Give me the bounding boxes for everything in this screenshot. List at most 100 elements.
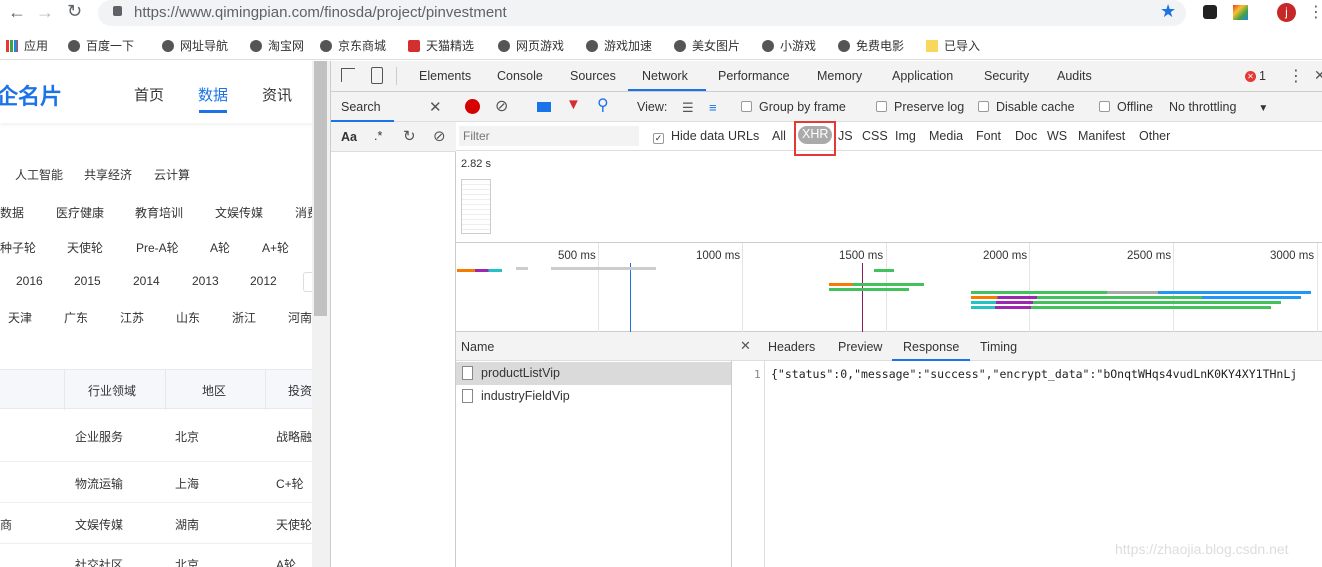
request-row-selected[interactable]: productListVip xyxy=(456,362,731,385)
filter-all[interactable]: All xyxy=(772,129,786,143)
region[interactable]: 天津 xyxy=(8,309,32,326)
tab-performance[interactable]: Performance xyxy=(718,69,790,83)
detail-tab-response[interactable]: Response xyxy=(903,340,959,354)
detail-tab-timing[interactable]: Timing xyxy=(980,340,1017,354)
extension-icon-2[interactable] xyxy=(1233,5,1248,20)
match-case-toggle[interactable]: Aa xyxy=(341,130,357,144)
name-column-header[interactable]: Name xyxy=(461,340,494,354)
tab-network[interactable]: Network xyxy=(642,69,688,83)
round[interactable]: Pre-A轮 xyxy=(136,239,179,256)
bookmark-folder[interactable]: 已导入 xyxy=(926,37,980,54)
site-logo[interactable]: 企名片 xyxy=(0,79,62,111)
bookmark[interactable]: 淘宝网 xyxy=(250,37,304,54)
overview-timeline[interactable]: 500 ms 1000 ms 1500 ms 2000 ms 2500 ms 3… xyxy=(456,243,1322,332)
search-tab[interactable]: Search xyxy=(341,100,381,114)
filter-ws[interactable]: WS xyxy=(1047,129,1067,143)
bookmark[interactable]: 网页游戏 xyxy=(498,37,564,54)
filter-img[interactable]: Img xyxy=(895,129,916,143)
round[interactable]: A轮 xyxy=(210,239,230,256)
bookmark-apps[interactable]: 应用 xyxy=(6,37,48,54)
bookmark[interactable]: 游戏加速 xyxy=(586,37,652,54)
year[interactable]: 2014 xyxy=(133,274,160,288)
close-devtools-icon[interactable]: ✕ xyxy=(1314,67,1322,84)
clear-log-icon[interactable]: ⊘ xyxy=(495,96,508,116)
preserve-log-checkbox[interactable]: Preserve log xyxy=(876,100,964,114)
large-rows-icon[interactable]: ☰ xyxy=(682,100,694,116)
filter-font[interactable]: Font xyxy=(976,129,1001,143)
bookmark-star-icon[interactable]: ★ xyxy=(1160,1,1176,22)
tab-console[interactable]: Console xyxy=(497,69,543,83)
column-header-region[interactable]: 地区 xyxy=(202,382,226,399)
tab-memory[interactable]: Memory xyxy=(817,69,862,83)
nav-news[interactable]: 资讯 xyxy=(262,84,292,105)
filter-media[interactable]: Media xyxy=(929,129,963,143)
nav-data[interactable]: 数据 xyxy=(198,84,228,105)
bookmark[interactable]: 天猫精选 xyxy=(408,37,474,54)
throttling-select[interactable]: No throttling ▼ xyxy=(1169,100,1268,114)
response-body[interactable]: {"status":0,"message":"success","encrypt… xyxy=(771,367,1297,381)
industry[interactable]: 医疗健康 xyxy=(56,204,104,221)
refresh-icon[interactable]: ↻ xyxy=(403,127,416,145)
column-header-investment[interactable]: 投资 xyxy=(288,382,312,399)
table-row[interactable]: 物流运输 上海 C+轮 xyxy=(0,462,312,503)
detail-tab-preview[interactable]: Preview xyxy=(838,340,882,354)
table-row[interactable]: 社交社区 北京 A轮 xyxy=(0,544,312,567)
tag[interactable]: 云计算 xyxy=(154,166,190,183)
bookmark[interactable]: 小游戏 xyxy=(762,37,816,54)
filter-doc[interactable]: Doc xyxy=(1015,129,1037,143)
region[interactable]: 浙江 xyxy=(232,309,256,326)
waterfall-icon[interactable]: ≡ xyxy=(709,100,717,115)
industry[interactable]: 文娱传媒 xyxy=(215,204,263,221)
bookmark[interactable]: 免费电影 xyxy=(838,37,904,54)
hide-data-urls-checkbox[interactable]: ✓ Hide data URLs xyxy=(653,129,759,144)
table-row[interactable]: 商 文娱传媒 湖南 天使轮 xyxy=(0,503,312,544)
close-details-icon[interactable]: ✕ xyxy=(740,338,751,354)
filter-other[interactable]: Other xyxy=(1139,129,1170,143)
region[interactable]: 河南 xyxy=(288,309,312,326)
filter-manifest[interactable]: Manifest xyxy=(1078,129,1125,143)
bookmark[interactable]: 京东商城 xyxy=(320,37,386,54)
nav-home[interactable]: 首页 xyxy=(134,84,164,105)
round[interactable]: 天使轮 xyxy=(67,239,103,256)
tag[interactable]: 人工智能 xyxy=(15,166,63,183)
table-row[interactable]: 企业服务 北京 战略融 xyxy=(0,409,312,462)
year[interactable]: 2013 xyxy=(192,274,219,288)
avatar[interactable]: j xyxy=(1277,3,1296,22)
round[interactable]: A+轮 xyxy=(262,239,289,256)
year[interactable]: 2012 xyxy=(250,274,277,288)
bookmark[interactable]: 美女图片 xyxy=(674,37,740,54)
detail-tab-headers[interactable]: Headers xyxy=(768,340,815,354)
tab-audits[interactable]: Audits xyxy=(1057,69,1092,83)
menu-icon[interactable]: ⋮ xyxy=(1308,2,1322,22)
year[interactable]: 2015 xyxy=(74,274,101,288)
error-icon[interactable]: ✕ xyxy=(1245,71,1256,82)
reload-icon[interactable]: ↻ xyxy=(67,1,82,22)
clear-icon[interactable]: ⊘ xyxy=(433,127,446,145)
extension-icon[interactable] xyxy=(1203,5,1217,19)
filmstrip-frame[interactable] xyxy=(461,179,491,234)
url-text[interactable]: https://www.qimingpian.com/finosda/proje… xyxy=(134,4,507,21)
device-toggle-icon[interactable] xyxy=(371,67,383,84)
regex-toggle[interactable]: .* xyxy=(374,129,382,143)
group-by-frame-checkbox[interactable]: Group by frame xyxy=(741,100,846,114)
region[interactable]: 广东 xyxy=(64,309,88,326)
region[interactable]: 江苏 xyxy=(120,309,144,326)
filter-icon[interactable]: ▼ xyxy=(566,96,581,113)
tab-sources[interactable]: Sources xyxy=(570,69,616,83)
industry[interactable]: 教育培训 xyxy=(135,204,183,221)
close-search-icon[interactable]: ✕ xyxy=(429,98,442,116)
devtools-menu-icon[interactable]: ⋮ xyxy=(1288,66,1304,86)
disable-cache-checkbox[interactable]: Disable cache xyxy=(978,100,1075,114)
back-icon[interactable]: ← xyxy=(8,2,26,23)
region[interactable]: 山东 xyxy=(176,309,200,326)
screenshot-camera-icon[interactable] xyxy=(537,102,551,112)
error-count[interactable]: 1 xyxy=(1259,69,1266,83)
industry[interactable]: 数据 xyxy=(0,204,24,221)
search-icon[interactable]: ⚲ xyxy=(597,95,609,115)
forward-icon[interactable]: → xyxy=(36,2,54,23)
tab-application[interactable]: Application xyxy=(892,69,953,83)
bookmark[interactable]: 百度一下 xyxy=(68,37,134,54)
tab-elements[interactable]: Elements xyxy=(419,69,471,83)
tag[interactable]: 共享经济 xyxy=(84,166,132,183)
offline-checkbox[interactable]: Offline xyxy=(1099,100,1153,114)
